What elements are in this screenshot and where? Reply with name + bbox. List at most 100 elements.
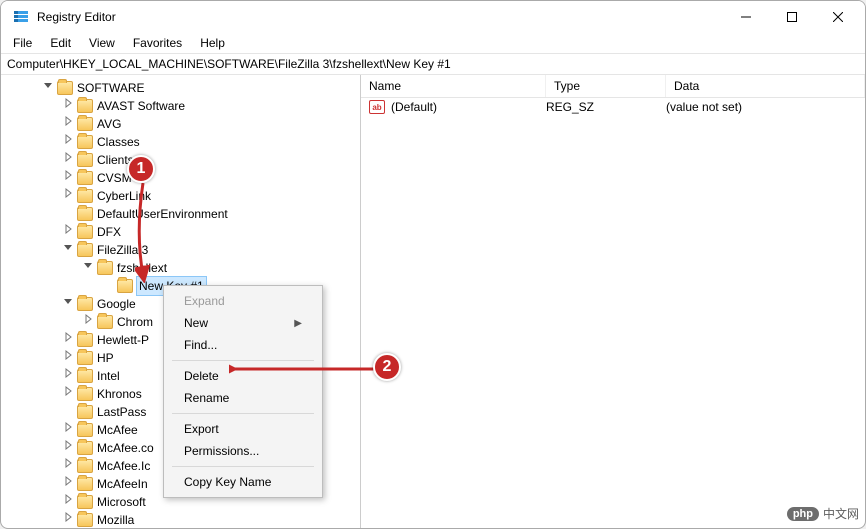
folder-icon bbox=[117, 279, 133, 293]
folder-icon bbox=[77, 459, 93, 473]
chevron-right-icon[interactable] bbox=[61, 169, 75, 187]
chevron-down-icon[interactable] bbox=[81, 259, 95, 277]
list-body[interactable]: ab (Default) REG_SZ (value not set) bbox=[361, 98, 865, 528]
chevron-right-icon[interactable] bbox=[61, 349, 75, 367]
tree-item[interactable]: Clients bbox=[1, 151, 360, 169]
tree-item-label: Mozilla bbox=[97, 511, 134, 528]
annotation-badge-1: 1 bbox=[127, 155, 155, 183]
chevron-right-icon[interactable] bbox=[61, 385, 75, 403]
folder-icon bbox=[77, 441, 93, 455]
chevron-right-icon[interactable] bbox=[61, 439, 75, 457]
folder-icon bbox=[77, 189, 93, 203]
content-area: SOFTWAREAVAST SoftwareAVGClassesClientsC… bbox=[1, 75, 865, 528]
folder-icon bbox=[57, 81, 73, 95]
menu-item-rename[interactable]: Rename bbox=[166, 387, 320, 409]
list-header: Name Type Data bbox=[361, 75, 865, 98]
close-button[interactable] bbox=[815, 1, 861, 33]
chevron-right-icon[interactable] bbox=[61, 115, 75, 133]
tree-item-label: Classes bbox=[97, 133, 140, 151]
chevron-down-icon[interactable] bbox=[61, 295, 75, 313]
tree-item-label: Khronos bbox=[97, 385, 142, 403]
tree-item-label: AVAST Software bbox=[97, 97, 185, 115]
menu-edit[interactable]: Edit bbox=[42, 34, 79, 52]
tree-item-label: McAfee.Ic bbox=[97, 457, 150, 475]
menu-item-copy-key-name[interactable]: Copy Key Name bbox=[166, 471, 320, 493]
value-name: (Default) bbox=[391, 100, 437, 114]
tree-item-label: DefaultUserEnvironment bbox=[97, 205, 228, 223]
minimize-button[interactable] bbox=[723, 1, 769, 33]
chevron-right-icon[interactable] bbox=[61, 97, 75, 115]
tree-item-label: Hewlett-P bbox=[97, 331, 149, 349]
tree-item-label: AVG bbox=[97, 115, 121, 133]
tree-item[interactable]: Classes bbox=[1, 133, 360, 151]
folder-icon bbox=[77, 297, 93, 311]
menu-item-permissions[interactable]: Permissions... bbox=[166, 440, 320, 462]
folder-icon bbox=[77, 99, 93, 113]
menu-item-label: Delete bbox=[184, 369, 219, 383]
col-header-type[interactable]: Type bbox=[546, 75, 666, 97]
tree-item[interactable]: DefaultUserEnvironment bbox=[1, 205, 360, 223]
tree-item-label: McAfee.co bbox=[97, 439, 154, 457]
folder-icon bbox=[77, 351, 93, 365]
chevron-right-icon[interactable] bbox=[61, 151, 75, 169]
menu-item-export[interactable]: Export bbox=[166, 418, 320, 440]
folder-icon bbox=[77, 153, 93, 167]
watermark: php 中文网 bbox=[787, 505, 859, 522]
folder-icon bbox=[77, 513, 93, 527]
address-bar[interactable]: Computer\HKEY_LOCAL_MACHINE\SOFTWARE\Fil… bbox=[1, 53, 865, 75]
chevron-down-icon[interactable] bbox=[61, 241, 75, 259]
folder-icon bbox=[77, 423, 93, 437]
chevron-right-icon[interactable] bbox=[61, 223, 75, 241]
tree-item[interactable]: DFX bbox=[1, 223, 360, 241]
chevron-down-icon[interactable] bbox=[41, 79, 55, 97]
value-data: (value not set) bbox=[666, 100, 865, 114]
menu-item-find[interactable]: Find... bbox=[166, 334, 320, 356]
watermark-cn: 中文网 bbox=[823, 505, 859, 522]
menu-view[interactable]: View bbox=[81, 34, 123, 52]
menu-help[interactable]: Help bbox=[192, 34, 233, 52]
menu-separator bbox=[172, 413, 314, 414]
menu-item-new[interactable]: New▶ bbox=[166, 312, 320, 334]
folder-icon bbox=[77, 477, 93, 491]
menu-file[interactable]: File bbox=[5, 34, 40, 52]
address-path: Computer\HKEY_LOCAL_MACHINE\SOFTWARE\Fil… bbox=[7, 57, 451, 71]
chevron-right-icon[interactable] bbox=[61, 511, 75, 528]
tree-item-label: HP bbox=[97, 349, 114, 367]
annotation-arrow-2 bbox=[229, 361, 379, 377]
watermark-php: php bbox=[787, 507, 819, 521]
chevron-right-icon[interactable] bbox=[81, 313, 95, 331]
tree-item-label: Chrom bbox=[117, 313, 153, 331]
chevron-right-icon[interactable] bbox=[61, 421, 75, 439]
tree-item[interactable]: Mozilla bbox=[1, 511, 360, 528]
folder-icon bbox=[77, 135, 93, 149]
registry-editor-window: Registry Editor File Edit View Favorites… bbox=[0, 0, 866, 529]
chevron-right-icon[interactable] bbox=[61, 367, 75, 385]
chevron-right-icon[interactable] bbox=[61, 475, 75, 493]
chevron-right-icon[interactable] bbox=[61, 187, 75, 205]
tree-item[interactable]: CVSM bbox=[1, 169, 360, 187]
menu-item-label: New bbox=[184, 316, 208, 330]
tree-item[interactable]: AVG bbox=[1, 115, 360, 133]
menubar: File Edit View Favorites Help bbox=[1, 33, 865, 53]
tree-item[interactable]: SOFTWARE bbox=[1, 79, 360, 97]
col-header-name[interactable]: Name bbox=[361, 75, 546, 97]
folder-icon bbox=[77, 405, 93, 419]
tree-item[interactable]: FileZilla 3 bbox=[1, 241, 360, 259]
menu-favorites[interactable]: Favorites bbox=[125, 34, 190, 52]
list-row[interactable]: ab (Default) REG_SZ (value not set) bbox=[361, 98, 865, 116]
tree-item-label: SOFTWARE bbox=[77, 79, 145, 97]
col-header-data[interactable]: Data bbox=[666, 75, 865, 97]
tree-item[interactable]: fzshellext bbox=[1, 259, 360, 277]
app-icon bbox=[13, 9, 29, 25]
menu-item-label: Export bbox=[184, 422, 219, 436]
chevron-right-icon[interactable] bbox=[61, 133, 75, 151]
chevron-right-icon[interactable] bbox=[61, 457, 75, 475]
chevron-right-icon[interactable] bbox=[61, 493, 75, 511]
folder-icon bbox=[77, 333, 93, 347]
chevron-right-icon[interactable] bbox=[61, 331, 75, 349]
folder-icon bbox=[97, 315, 113, 329]
tree-item[interactable]: CyberLink bbox=[1, 187, 360, 205]
tree-item[interactable]: AVAST Software bbox=[1, 97, 360, 115]
menu-item-label: Expand bbox=[184, 294, 225, 308]
maximize-button[interactable] bbox=[769, 1, 815, 33]
